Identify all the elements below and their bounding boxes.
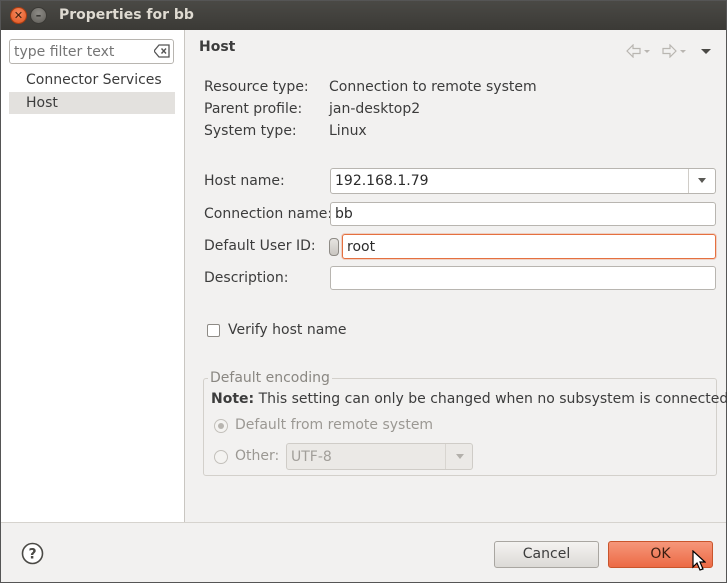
svg-text:?: ? [28,547,36,563]
chevron-down-icon [456,454,464,459]
sidebar-item-connector-services[interactable]: Connector Services [9,69,175,91]
user-id-inherit-toggle[interactable] [329,238,339,256]
resource-type-value: Connection to remote system [329,79,537,95]
default-from-remote-label: Default from remote system [235,417,434,433]
default-user-id-label: Default User ID: [204,238,316,254]
system-type-label: System type: [204,123,297,139]
description-input[interactable] [330,266,716,290]
verify-host-checkbox[interactable] [207,324,220,337]
parent-profile-value: jan-desktop2 [329,101,421,117]
minimize-icon: – [35,9,42,22]
default-encoding-title: Default encoding [208,370,332,386]
default-user-id-input[interactable] [342,234,716,259]
filter-box [9,39,174,64]
encoding-note: Note: This setting can only be changed w… [211,391,727,407]
button-bar: ? Cancel OK [1,522,726,582]
host-name-label: Host name: [204,173,285,189]
forward-arrow-icon[interactable] [661,44,687,58]
clear-filter-icon[interactable] [154,44,170,58]
view-menu-icon[interactable] [699,44,713,58]
resource-type-label: Resource type: [204,79,309,95]
verify-host-label: Verify host name [228,322,347,338]
description-label: Description: [204,270,289,286]
other-encoding-dropdown-button[interactable] [445,444,472,469]
back-arrow-icon[interactable] [625,44,651,58]
mouse-pointer-icon [692,550,706,571]
sidebar-item-label: Host [26,95,58,111]
minimize-window-button[interactable]: – [30,7,47,24]
cancel-button[interactable]: Cancel [494,541,599,568]
sidebar-item-host[interactable]: Host [9,92,175,114]
properties-dialog: ✕ – Properties for bb Connector Services… [0,0,727,583]
parent-profile-label: Parent profile: [204,101,303,117]
other-encoding-combo[interactable]: UTF-8 [286,443,473,470]
other-encoding-radio[interactable] [214,450,228,464]
connection-name-input[interactable] [330,202,716,226]
system-type-value: Linux [329,123,367,139]
close-window-button[interactable]: ✕ [10,7,27,24]
connection-name-label: Connection name: [204,206,333,222]
default-from-remote-radio[interactable] [214,419,228,433]
titlebar: ✕ – Properties for bb [1,1,726,30]
sidebar-item-label: Connector Services [26,72,162,88]
page-header: Host [186,30,726,70]
sidebar: Connector Services Host [1,30,185,522]
chevron-down-icon [698,178,706,183]
filter-input[interactable] [14,42,148,61]
close-icon: ✕ [13,9,24,22]
other-encoding-label: Other: [235,448,280,464]
window-title: Properties for bb [59,7,194,23]
other-encoding-value: UTF-8 [291,449,332,465]
host-name-dropdown-button[interactable] [688,169,715,193]
host-name-value: 192.168.1.79 [335,173,429,189]
page-title: Host [199,39,236,55]
host-name-combo[interactable]: 192.168.1.79 [330,168,716,194]
host-properties-page: Resource type: Connection to remote syst… [186,70,727,522]
help-icon[interactable]: ? [21,542,44,565]
